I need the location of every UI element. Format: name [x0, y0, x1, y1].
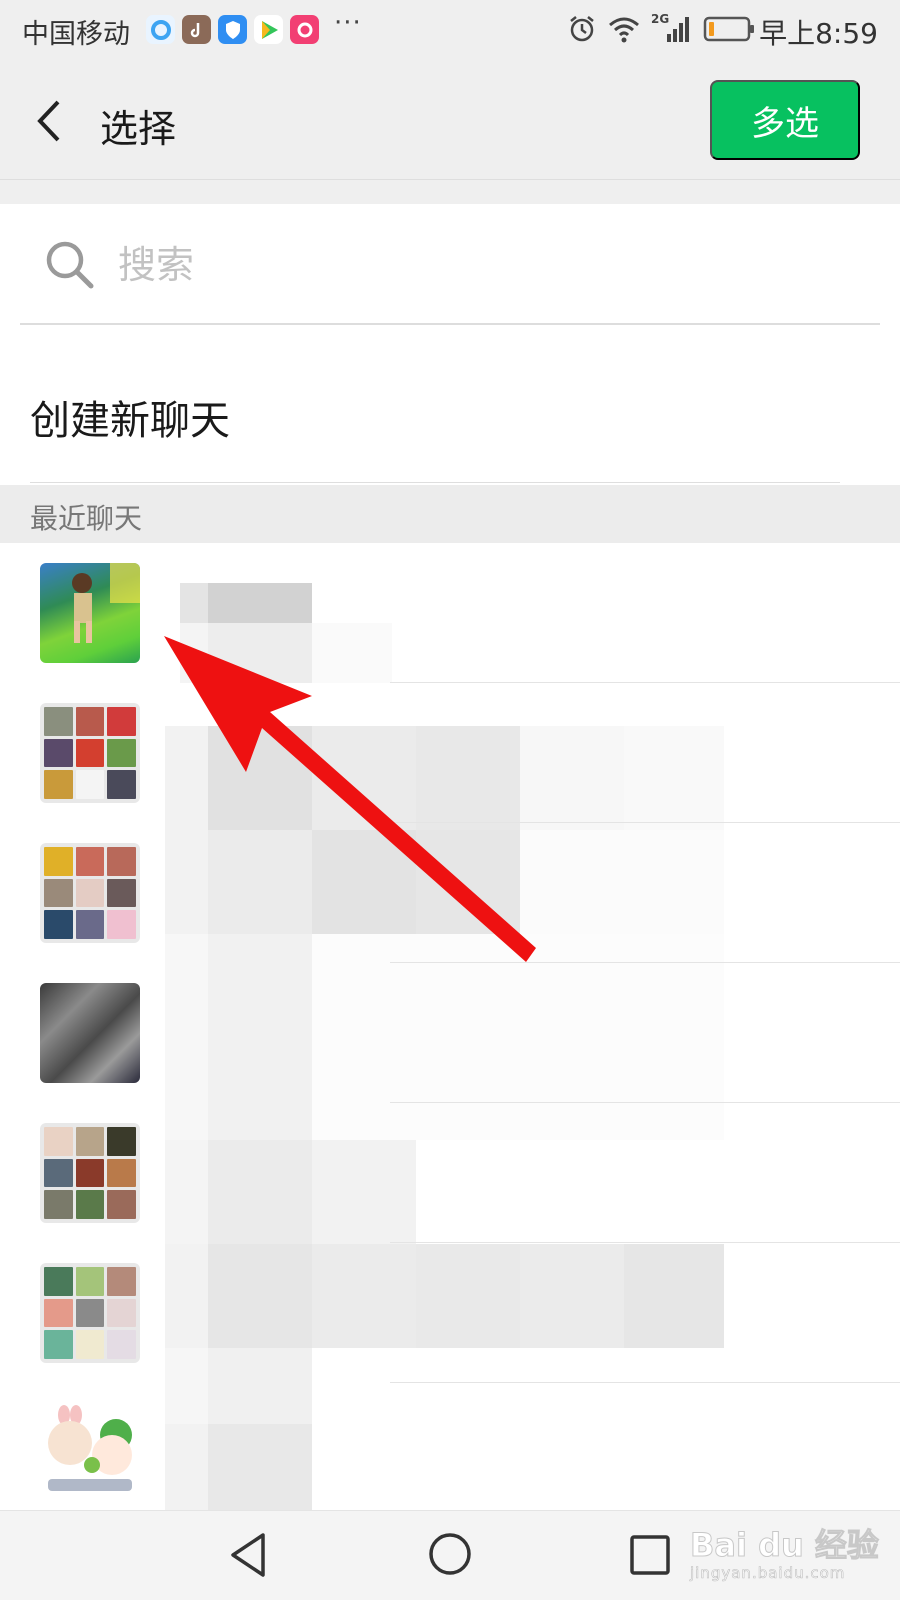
recent-chats-header: 最近聊天 — [0, 485, 900, 543]
chat-row[interactable] — [0, 1383, 900, 1510]
music-app-icon — [290, 15, 319, 44]
notification-icons — [146, 15, 319, 44]
tiktok-icon — [182, 15, 211, 44]
chat-row[interactable] — [0, 963, 900, 1103]
baidu-jingyan-watermark: Bai du 经验 jingyan.baidu.com — [690, 1518, 880, 1588]
video-app-icon — [254, 15, 283, 44]
recent-chats-label: 最近聊天 — [30, 502, 143, 535]
create-new-chat-label: 创建新聊天 — [30, 398, 230, 444]
more-notifications-icon: ··· — [334, 8, 362, 38]
top-nav-bar: 选择 多选 — [0, 60, 900, 180]
create-new-chat-item[interactable]: 创建新聊天 — [0, 338, 900, 484]
group-grid-avatar — [40, 1263, 140, 1363]
chat-row[interactable] — [0, 1243, 900, 1383]
search-input[interactable] — [118, 235, 818, 295]
nav-recent-apps-icon[interactable] — [628, 1533, 672, 1577]
watermark-brand: Bai du 经验 — [690, 1526, 880, 1565]
page-title: 选择 — [100, 107, 177, 151]
alarm-icon — [570, 16, 594, 42]
chat-row[interactable] — [0, 823, 900, 963]
shield-app-icon — [218, 15, 247, 44]
group-grid-avatar — [40, 843, 140, 943]
battery-icon — [703, 16, 754, 42]
group-grid-avatar — [40, 703, 140, 803]
search-icon — [46, 241, 94, 289]
nav-back-icon[interactable] — [225, 1529, 271, 1581]
photo-rocks-avatar — [40, 983, 140, 1083]
photo-child-avatar — [40, 563, 140, 663]
clock: 早上8:59 — [759, 17, 878, 50]
cartoon-avatar — [40, 1403, 140, 1503]
chat-row[interactable] — [0, 1103, 900, 1243]
signal-icon: 2G — [651, 12, 693, 44]
status-bar: 中国移动 ··· 2G 早上8:59 — [0, 0, 900, 60]
multi-select-button[interactable]: 多选 — [710, 80, 860, 160]
chat-row[interactable] — [0, 543, 900, 683]
recent-chat-list — [0, 543, 900, 1510]
back-icon[interactable] — [30, 96, 70, 146]
spacer — [0, 180, 900, 204]
browser-icon — [146, 15, 175, 44]
wifi-icon — [609, 17, 639, 43]
search-bar[interactable] — [20, 205, 880, 325]
system-icons: 2G — [567, 12, 755, 44]
nav-home-icon[interactable] — [425, 1529, 475, 1579]
carrier-label: 中国移动 — [22, 19, 130, 50]
divider — [30, 482, 840, 483]
watermark-url: jingyan.baidu.com — [690, 1564, 846, 1583]
chat-row[interactable] — [0, 683, 900, 823]
group-grid-avatar — [40, 1123, 140, 1223]
